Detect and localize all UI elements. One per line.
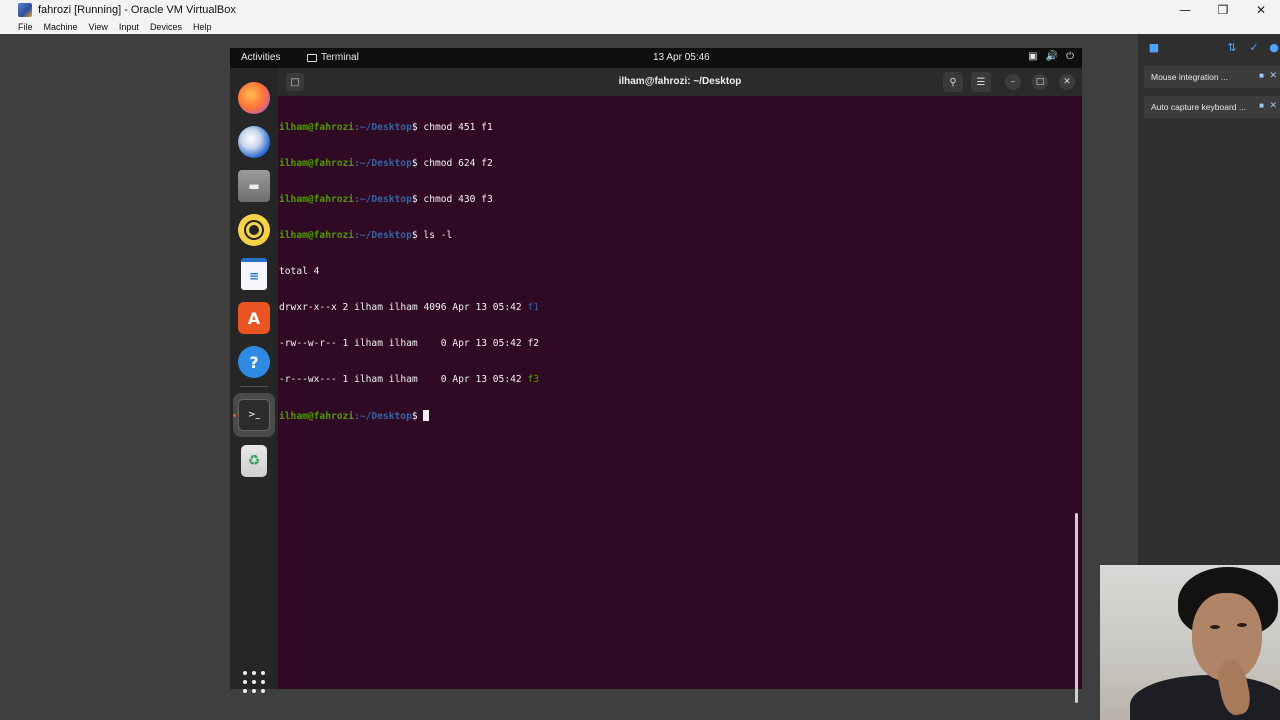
system-tray[interactable]: ▣ 🔊 ⏻: [1028, 51, 1074, 62]
menu-file[interactable]: File: [18, 22, 33, 32]
menu-machine[interactable]: Machine: [44, 22, 78, 32]
activities-button[interactable]: Activities: [241, 52, 280, 63]
terminal-icon[interactable]: >_: [238, 399, 270, 431]
notification-label: Mouse integration ...: [1151, 72, 1229, 82]
firefox-icon[interactable]: [238, 82, 270, 114]
network-icon: ▣: [1028, 51, 1038, 62]
files-icon[interactable]: ▬: [238, 170, 270, 202]
clock[interactable]: 13 Apr 05:46: [653, 52, 710, 63]
menu-view[interactable]: View: [89, 22, 108, 32]
dock-separator: [240, 386, 268, 387]
hamburger-menu-icon[interactable]: ☰: [971, 72, 991, 92]
running-indicator: [233, 414, 236, 417]
terminal-scrollbar[interactable]: [1075, 513, 1078, 703]
menu-devices[interactable]: Devices: [150, 22, 182, 32]
notification-mouse-integration[interactable]: Mouse integration ... ■ ✕: [1144, 66, 1280, 88]
webcam-person-eye: [1237, 623, 1247, 627]
notification-pin-icon[interactable]: ■: [1259, 71, 1264, 80]
minimize-window-icon[interactable]: –: [1005, 74, 1021, 90]
notification-auto-capture[interactable]: Auto capture keyboard ... ■ ✕: [1144, 96, 1280, 118]
host-title-bar: fahrozi [Running] - Oracle VM VirtualBox…: [0, 0, 1280, 20]
terminal-mini-icon: [307, 53, 317, 62]
terminal-output[interactable]: ilham@fahrozi:~/Desktop$ chmod 451 f1 il…: [279, 98, 1069, 686]
menu-help[interactable]: Help: [193, 22, 212, 32]
notification-pin-icon[interactable]: ■: [1259, 101, 1264, 110]
maximize-button[interactable]: ❐: [1204, 0, 1242, 20]
menu-input[interactable]: Input: [119, 22, 139, 32]
terminal-header-bar: □ ilham@fahrozi: ~/Desktop ⚲ ☰ – □ ✕: [278, 68, 1082, 96]
guest-screen: Activities Terminal 13 Apr 05:46 ▣ 🔊 ⏻ ▬…: [230, 48, 1082, 703]
terminal-window[interactable]: □ ilham@fahrozi: ~/Desktop ⚲ ☰ – □ ✕ ilh…: [278, 68, 1082, 703]
command-line: ilham@fahrozi:~/Desktop$ ls -l: [279, 230, 453, 241]
settings-icon[interactable]: ●: [1268, 41, 1280, 54]
ls-row: -rw--w-r-- 1 ilham ilham 0 Apr 13 05:42 …: [279, 338, 539, 349]
close-window-icon[interactable]: ✕: [1059, 74, 1075, 90]
minimize-button[interactable]: —: [1166, 0, 1204, 20]
panel-toolbar: ■ ⇅ ✓ ●: [1138, 34, 1280, 62]
notification-label: Auto capture keyboard ...: [1151, 102, 1246, 112]
thunderbird-icon[interactable]: [238, 126, 270, 158]
ls-row: drwxr-x--x 2 ilham ilham 4096 Apr 13 05:…: [279, 302, 539, 313]
ls-total-line: total 4: [279, 266, 320, 277]
pin-icon[interactable]: ✓: [1248, 41, 1260, 54]
host-menu-bar: File Machine View Input Devices Help: [0, 20, 1280, 34]
gnome-top-bar: Activities Terminal 13 Apr 05:46 ▣ 🔊 ⏻: [230, 48, 1082, 68]
virtualbox-icon: [18, 3, 32, 17]
trash-icon[interactable]: ♻: [241, 445, 267, 477]
command-line: ilham@fahrozi:~/Desktop$ chmod 624 f2: [279, 158, 493, 169]
help-icon[interactable]: ?: [238, 346, 270, 378]
search-icon[interactable]: ⚲: [943, 72, 963, 92]
host-window-title: fahrozi [Running] - Oracle VM VirtualBox: [38, 4, 236, 16]
webcam-person-eye: [1210, 625, 1220, 629]
show-applications-icon[interactable]: [243, 671, 265, 693]
dock: ▬ ≡ A ? >_ ♻: [230, 68, 278, 693]
rhythmbox-icon[interactable]: [238, 214, 270, 246]
ubuntu-software-icon[interactable]: A: [238, 302, 270, 334]
close-button[interactable]: ✕: [1242, 0, 1280, 20]
restore-window-icon[interactable]: □: [1032, 74, 1048, 90]
power-icon: ⏻: [1066, 51, 1074, 62]
info-icon[interactable]: ■: [1148, 41, 1160, 54]
ls-row: -r---wx--- 1 ilham ilham 0 Apr 13 05:42 …: [279, 374, 539, 385]
webcam-person-body: [1130, 675, 1280, 720]
webcam-overlay: [1100, 565, 1280, 720]
sort-icon[interactable]: ⇅: [1226, 41, 1238, 54]
command-line: ilham@fahrozi:~/Desktop$ chmod 451 f1: [279, 122, 493, 133]
command-line: ilham@fahrozi:~/Desktop$ chmod 430 f3: [279, 194, 493, 205]
libreoffice-writer-icon[interactable]: ≡: [241, 258, 267, 290]
app-indicator-label: Terminal: [321, 52, 359, 63]
notification-close-icon[interactable]: ✕: [1269, 70, 1277, 81]
notification-close-icon[interactable]: ✕: [1269, 100, 1277, 111]
current-prompt[interactable]: ilham@fahrozi:~/Desktop$: [279, 410, 1069, 422]
app-indicator[interactable]: Terminal: [307, 52, 359, 63]
volume-icon: 🔊: [1045, 51, 1059, 62]
text-cursor: [423, 410, 430, 421]
